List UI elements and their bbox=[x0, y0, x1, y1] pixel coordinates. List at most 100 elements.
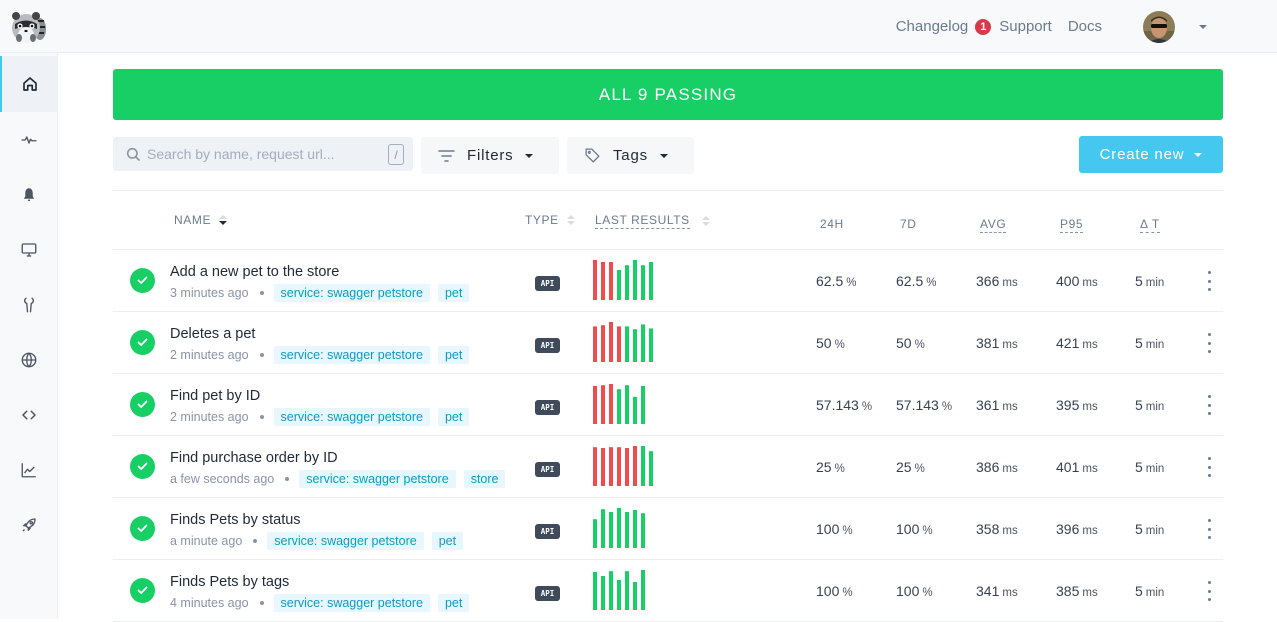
search-box[interactable]: / bbox=[113, 137, 413, 171]
result-bar-pass[interactable] bbox=[609, 512, 613, 548]
user-avatar[interactable] bbox=[1143, 10, 1175, 43]
result-bar-fail[interactable] bbox=[617, 326, 621, 362]
result-bar-pass[interactable] bbox=[633, 510, 637, 548]
row-actions-menu-icon[interactable] bbox=[1206, 271, 1212, 291]
result-bar-pass[interactable] bbox=[641, 386, 645, 424]
tag-chip[interactable]: pet bbox=[437, 594, 470, 612]
result-bar-fail[interactable] bbox=[593, 260, 597, 300]
result-bar-pass[interactable] bbox=[649, 451, 653, 486]
tag-chip[interactable]: pet bbox=[437, 284, 470, 302]
result-bar-fail[interactable] bbox=[601, 262, 605, 300]
result-bar-fail[interactable] bbox=[633, 446, 637, 486]
tag-chip[interactable]: pet bbox=[437, 346, 470, 364]
result-bar-pass[interactable] bbox=[649, 328, 653, 362]
column-header-p95[interactable]: P95 bbox=[1060, 217, 1084, 233]
result-bar-pass[interactable] bbox=[625, 265, 629, 300]
result-bar-pass[interactable] bbox=[617, 389, 621, 424]
result-bar-pass[interactable] bbox=[641, 265, 645, 300]
result-bar-pass[interactable] bbox=[593, 572, 597, 610]
search-input[interactable] bbox=[147, 146, 387, 162]
result-bar-fail[interactable] bbox=[609, 384, 613, 424]
table-row[interactable]: Find purchase order by ID a few seconds … bbox=[113, 436, 1223, 498]
tag-chip[interactable]: service: swagger petstore bbox=[273, 284, 430, 302]
docs-link[interactable]: Docs bbox=[1068, 18, 1102, 35]
row-actions-menu-icon[interactable] bbox=[1206, 519, 1212, 539]
sidebar-item-reporting[interactable] bbox=[0, 442, 58, 498]
check-title[interactable]: Find purchase order by ID bbox=[170, 450, 338, 466]
result-bar-pass[interactable] bbox=[641, 513, 645, 548]
check-title[interactable]: Deletes a pet bbox=[170, 326, 255, 342]
tag-chip[interactable]: store bbox=[463, 470, 506, 488]
column-header-last-results[interactable]: LAST RESULTS bbox=[595, 213, 710, 229]
result-bar-pass[interactable] bbox=[593, 519, 597, 548]
check-title[interactable]: Finds Pets by tags bbox=[170, 574, 289, 590]
result-bar-pass[interactable] bbox=[633, 396, 637, 424]
table-row[interactable]: Find pet by ID 2 minutes ago service: sw… bbox=[113, 374, 1223, 436]
table-row[interactable]: Finds Pets by tags 4 minutes ago service… bbox=[113, 560, 1223, 622]
result-bar-pass[interactable] bbox=[625, 385, 629, 424]
sort-type-icon[interactable] bbox=[566, 215, 575, 225]
column-header-type[interactable]: TYPE bbox=[525, 213, 575, 227]
changelog-link[interactable]: Changelog bbox=[896, 18, 969, 35]
result-bar-pass[interactable] bbox=[625, 571, 629, 610]
sidebar-item-alerts[interactable] bbox=[0, 167, 58, 223]
sidebar-item-dashboards[interactable] bbox=[0, 222, 58, 278]
result-bar-pass[interactable] bbox=[625, 326, 629, 362]
support-link[interactable]: Support bbox=[999, 18, 1052, 35]
column-header-name[interactable]: NAME bbox=[174, 213, 228, 227]
row-actions-menu-icon[interactable] bbox=[1206, 581, 1212, 601]
sidebar-item-code[interactable] bbox=[0, 387, 58, 443]
create-new-button[interactable]: Create new bbox=[1079, 136, 1223, 173]
result-bar-pass[interactable] bbox=[649, 262, 653, 300]
result-bar-fail[interactable] bbox=[609, 447, 613, 486]
raccoon-mascot-icon[interactable] bbox=[9, 9, 47, 45]
column-header-avg[interactable]: AVG bbox=[980, 217, 1007, 233]
row-actions-menu-icon[interactable] bbox=[1206, 333, 1212, 353]
result-bar-fail[interactable] bbox=[601, 385, 605, 424]
table-row[interactable]: Add a new pet to the store 3 minutes ago… bbox=[113, 250, 1223, 312]
tag-chip[interactable]: service: swagger petstore bbox=[273, 346, 430, 364]
sidebar-item-home[interactable] bbox=[0, 56, 58, 112]
table-row[interactable]: Finds Pets by status a minute ago servic… bbox=[113, 498, 1223, 560]
tag-chip[interactable]: service: swagger petstore bbox=[273, 594, 430, 612]
result-bar-fail[interactable] bbox=[609, 322, 613, 362]
result-bar-fail[interactable] bbox=[601, 325, 605, 362]
check-title[interactable]: Finds Pets by status bbox=[170, 512, 301, 528]
tag-chip[interactable]: pet bbox=[431, 532, 464, 550]
result-bar-pass[interactable] bbox=[617, 270, 621, 300]
result-bar-pass[interactable] bbox=[617, 580, 621, 610]
result-bar-fail[interactable] bbox=[601, 448, 605, 486]
account-menu-chevron-icon[interactable] bbox=[1199, 24, 1207, 29]
tags-button[interactable]: Tags bbox=[567, 137, 694, 174]
table-row[interactable]: Deletes a pet 2 minutes ago service: swa… bbox=[113, 312, 1223, 374]
tag-chip[interactable]: service: swagger petstore bbox=[299, 470, 456, 488]
filters-button[interactable]: Filters bbox=[421, 137, 559, 174]
result-bar-pass[interactable] bbox=[601, 576, 605, 610]
result-bar-pass[interactable] bbox=[633, 582, 637, 610]
result-bar-pass[interactable] bbox=[625, 512, 629, 548]
sort-last-results-icon[interactable] bbox=[701, 216, 710, 226]
result-bar-pass[interactable] bbox=[617, 508, 621, 548]
result-bar-pass[interactable] bbox=[633, 260, 637, 300]
sidebar-item-launch[interactable] bbox=[0, 497, 58, 553]
row-actions-menu-icon[interactable] bbox=[1206, 457, 1212, 477]
result-bar-pass[interactable] bbox=[641, 446, 645, 486]
check-title[interactable]: Add a new pet to the store bbox=[170, 264, 339, 280]
result-bar-pass[interactable] bbox=[641, 570, 645, 610]
result-bar-pass[interactable] bbox=[609, 571, 613, 610]
sidebar-item-locations[interactable] bbox=[0, 332, 58, 388]
result-bar-fail[interactable] bbox=[625, 448, 629, 486]
check-title[interactable]: Find pet by ID bbox=[170, 388, 260, 404]
result-bar-fail[interactable] bbox=[593, 386, 597, 424]
sidebar-item-activity[interactable] bbox=[0, 112, 58, 168]
column-header-delta-t[interactable]: Δ T bbox=[1140, 217, 1160, 233]
sort-name-icon[interactable] bbox=[219, 215, 228, 225]
result-bar-pass[interactable] bbox=[641, 324, 645, 362]
tag-chip[interactable]: pet bbox=[437, 408, 470, 426]
result-bar-pass[interactable] bbox=[601, 509, 605, 548]
result-bar-fail[interactable] bbox=[609, 262, 613, 300]
result-bar-fail[interactable] bbox=[593, 447, 597, 486]
result-bar-fail[interactable] bbox=[617, 447, 621, 486]
row-actions-menu-icon[interactable] bbox=[1206, 395, 1212, 415]
tag-chip[interactable]: service: swagger petstore bbox=[267, 532, 424, 550]
